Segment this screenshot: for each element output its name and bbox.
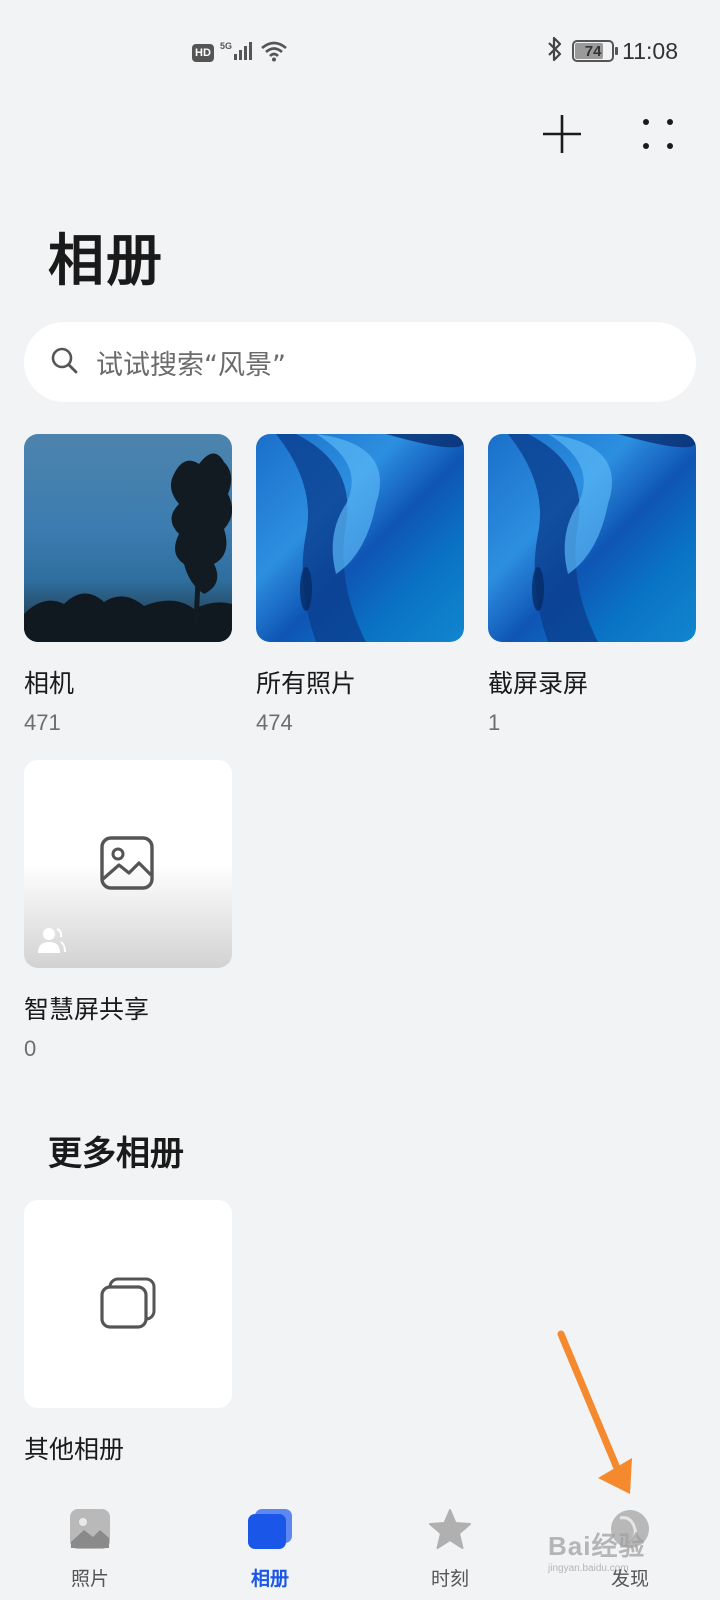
watermark-text: Bai经验	[548, 1531, 646, 1561]
album-camera[interactable]: 相机 471	[24, 434, 232, 736]
album-count: 474	[256, 710, 293, 735]
album-count: 1	[488, 710, 501, 735]
battery-level: 74	[584, 42, 602, 60]
watermark: Bai经验 jingyan.baidu.com	[548, 1526, 645, 1574]
battery-indicator: 74	[572, 40, 619, 62]
album-name: 相机	[24, 669, 75, 698]
photo-icon	[69, 1508, 111, 1554]
network-type-label: 5G	[220, 41, 232, 51]
album-thumbnail	[488, 434, 696, 642]
album-thumbnail	[256, 434, 464, 642]
status-right: 74 11:08	[546, 36, 678, 66]
stacked-albums-icon	[98, 1276, 158, 1336]
album-count: 471	[24, 710, 61, 735]
page-title: 相册	[48, 229, 164, 294]
plus-icon[interactable]	[540, 112, 584, 156]
hd-badge: HD	[192, 44, 214, 62]
album-name: 其他相册	[24, 1435, 125, 1464]
section-title-more-albums: 更多相册	[48, 1134, 184, 1174]
status-bar: HD 5G 74 11:08	[0, 0, 720, 104]
album-count: 0	[24, 1036, 37, 1061]
bluetooth-icon	[546, 36, 564, 66]
nav-moments[interactable]: 时刻	[390, 1490, 510, 1591]
shared-user-icon	[36, 925, 66, 959]
album-smart-screen-share[interactable]: 智慧屏共享 0	[24, 760, 232, 1062]
album-thumbnail	[24, 760, 232, 968]
album-name: 所有照片	[256, 669, 357, 698]
nav-label: 时刻	[430, 1568, 469, 1590]
search-icon	[50, 346, 78, 378]
search-bar[interactable]: 试试搜索“风景”	[24, 322, 696, 402]
watermark-subtext: jingyan.baidu.com	[548, 1563, 629, 1574]
album-screenshots[interactable]: 截屏录屏 1	[488, 434, 696, 736]
image-placeholder-icon	[99, 835, 155, 895]
album-all-photos[interactable]: 所有照片 474	[256, 434, 464, 736]
clock: 11:08	[622, 37, 678, 64]
more-dots-icon[interactable]	[636, 112, 680, 156]
nav-photos[interactable]: 照片	[30, 1490, 150, 1591]
nav-label: 相册	[250, 1568, 289, 1590]
album-other[interactable]: 其他相册	[24, 1200, 232, 1466]
album-name: 截屏录屏	[488, 669, 589, 698]
wifi-icon	[260, 40, 288, 66]
search-placeholder: 试试搜索“风景”	[96, 349, 286, 381]
album-thumbnail	[24, 1200, 232, 1408]
header-actions	[540, 112, 680, 156]
album-thumbnail	[24, 434, 232, 642]
star-icon	[428, 1508, 472, 1554]
signal-icon: 5G	[220, 40, 254, 66]
album-name: 智慧屏共享	[24, 995, 150, 1024]
status-left: HD 5G	[192, 40, 288, 66]
nav-label: 照片	[70, 1568, 109, 1590]
album-icon	[247, 1508, 293, 1554]
nav-albums[interactable]: 相册	[210, 1490, 330, 1591]
